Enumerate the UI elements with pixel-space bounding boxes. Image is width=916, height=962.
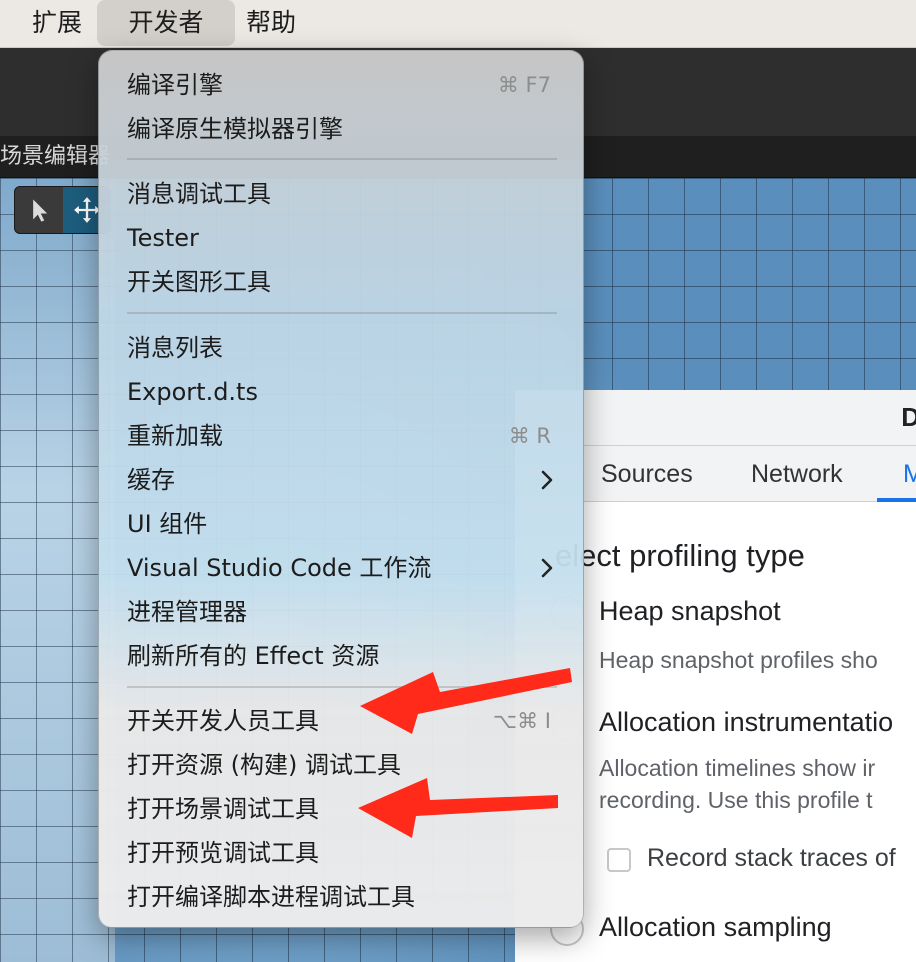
menu-item-shortcut: ⌘ R: [508, 424, 551, 448]
menu-item-toggle-graphics-tool[interactable]: 开关图形工具: [99, 260, 585, 304]
menu-separator: [127, 158, 557, 160]
menu-item-message-list[interactable]: 消息列表: [99, 326, 585, 370]
menu-item-vscode-workflow[interactable]: Visual Studio Code 工作流: [99, 546, 585, 590]
menu-item-label: 打开预览调试工具: [127, 839, 319, 867]
menu-item-ui-components[interactable]: UI 组件: [99, 502, 585, 546]
menu-extensions[interactable]: 扩展: [22, 0, 92, 46]
option-allocation-instrumentation-desc-1: Allocation timelines show ir: [599, 755, 876, 781]
menu-item-compile-engine[interactable]: 编译引擎 ⌘ F7: [99, 63, 585, 107]
tab-memory[interactable]: M: [903, 446, 916, 502]
option-allocation-instrumentation[interactable]: Allocation instrumentatio: [599, 707, 893, 738]
tab-sources[interactable]: Sources: [601, 446, 693, 502]
menu-item-process-manager[interactable]: 进程管理器: [99, 590, 585, 634]
menu-separator: [127, 686, 557, 688]
menu-item-label: 打开场景调试工具: [127, 795, 319, 823]
option-allocation-instrumentation-desc-2: recording. Use this profile t: [599, 787, 873, 813]
menu-item-label: 刷新所有的 Effect 资源: [127, 642, 380, 670]
menu-item-label: 开关图形工具: [127, 268, 271, 296]
transform-tool-group: [14, 186, 111, 234]
developer-menu: 编译引擎 ⌘ F7 编译原生模拟器引擎 消息调试工具 Tester 开关图形工具…: [98, 50, 584, 928]
menu-developer[interactable]: 开发者: [97, 0, 235, 46]
record-stack-traces-label: Record stack traces of: [647, 844, 896, 872]
select-tool-button[interactable]: [15, 187, 63, 233]
menu-item-label: 消息列表: [127, 334, 223, 362]
option-heap-snapshot[interactable]: Heap snapshot: [599, 596, 781, 627]
tab-network[interactable]: Network: [751, 446, 843, 502]
menu-item-label: 编译引擎: [127, 71, 223, 99]
menu-item-label: UI 组件: [127, 510, 208, 538]
menu-item-label: Export.d.ts: [127, 378, 258, 406]
menu-item-open-scene-debug-tool[interactable]: 打开场景调试工具: [99, 787, 585, 831]
menu-item-label: 缓存: [127, 466, 175, 494]
menu-item-reload[interactable]: 重新加载 ⌘ R: [99, 414, 585, 458]
menu-item-label: Tester: [127, 224, 199, 252]
menu-item-export-dts[interactable]: Export.d.ts: [99, 370, 585, 414]
menu-item-label: Visual Studio Code 工作流: [127, 554, 432, 582]
chevron-right-icon: [541, 558, 553, 578]
move-icon: [74, 197, 100, 223]
menu-item-refresh-effect-assets[interactable]: 刷新所有的 Effect 资源: [99, 634, 585, 678]
menu-item-open-asset-build-debug-tool[interactable]: 打开资源 (构建) 调试工具: [99, 743, 585, 787]
menu-item-message-debug-tool[interactable]: 消息调试工具: [99, 172, 585, 216]
menu-item-open-preview-debug-tool[interactable]: 打开预览调试工具: [99, 831, 585, 875]
option-heap-snapshot-desc: Heap snapshot profiles sho: [599, 647, 878, 673]
pointer-arrow-icon: [33, 199, 48, 222]
scene-editor-tab[interactable]: 场景编辑器: [0, 136, 110, 178]
menu-item-label: 打开编译脚本进程调试工具: [127, 883, 415, 911]
menu-item-toggle-developer-tools[interactable]: 开关开发人员工具 ⌥⌘ I: [99, 699, 585, 743]
menu-item-label: 打开资源 (构建) 调试工具: [127, 751, 401, 779]
menu-separator: [127, 312, 557, 314]
menu-item-label: 开关开发人员工具: [127, 707, 319, 735]
option-allocation-sampling[interactable]: Allocation sampling: [599, 912, 832, 943]
profiling-heading: elect profiling type: [555, 538, 805, 573]
menu-item-shortcut: ⌘ F7: [497, 73, 551, 97]
menu-item-label: 消息调试工具: [127, 180, 271, 208]
devtools-title: D: [901, 402, 916, 432]
menu-item-cache[interactable]: 缓存: [99, 458, 585, 502]
chevron-right-icon: [541, 470, 553, 490]
menu-item-tester[interactable]: Tester: [99, 216, 585, 260]
record-stack-traces-checkbox[interactable]: [607, 848, 631, 872]
menu-item-label: 重新加载: [127, 422, 223, 450]
menu-item-open-compile-script-process-debug-tool[interactable]: 打开编译脚本进程调试工具: [99, 875, 585, 919]
menu-item-compile-native-simulator-engine[interactable]: 编译原生模拟器引擎: [99, 107, 585, 151]
menu-item-shortcut: ⌥⌘ I: [492, 709, 551, 733]
menu-item-label: 编译原生模拟器引擎: [127, 115, 343, 143]
menu-bar: 扩展 开发者 帮助: [0, 0, 916, 48]
menu-help[interactable]: 帮助: [236, 0, 306, 46]
menu-item-label: 进程管理器: [127, 598, 247, 626]
